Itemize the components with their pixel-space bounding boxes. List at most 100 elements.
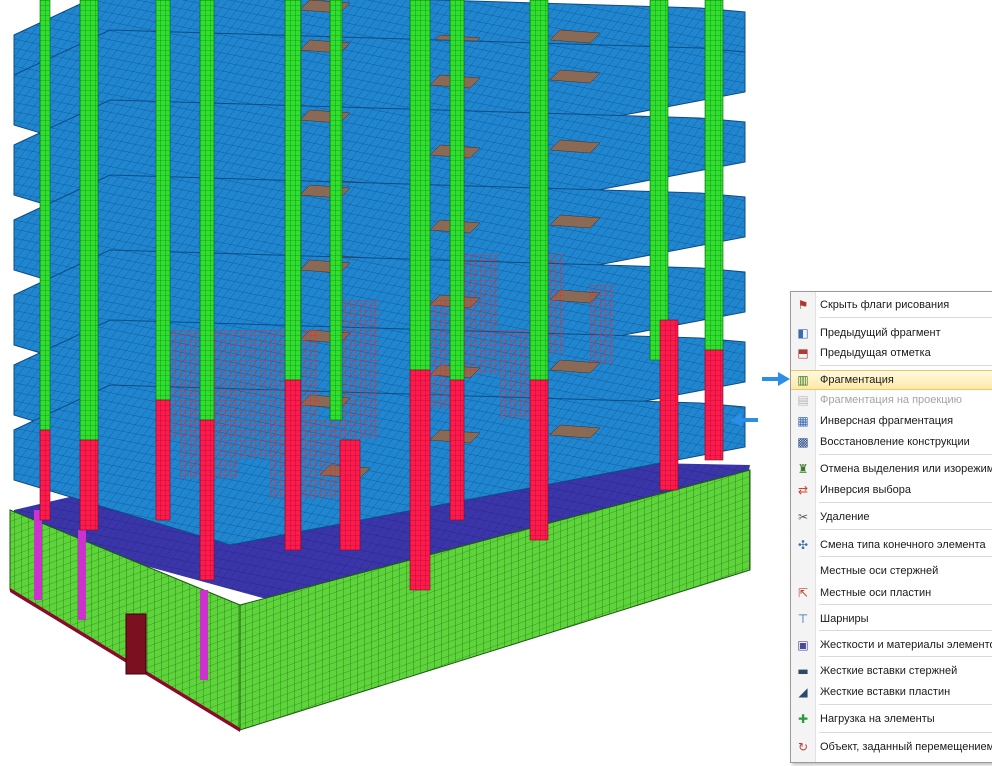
menu-item-icon-placeholder [791,561,815,581]
menu-item[interactable]: ◧ Предыдущий фрагмент [791,323,992,343]
previous-mark-icon: ⬒ [797,346,809,360]
column-6 [409,0,431,371]
invert-selection-icon: ⇄ [797,483,809,497]
fragmentation-icon: ▥ [797,373,809,387]
menu-item[interactable]: ⬒ Предыдущая отметка [791,343,992,363]
inverse-fragmentation-icon: ▦ [797,414,809,428]
menu-item[interactable]: ⊤ Шарниры [791,609,992,629]
selected-column-7 [449,379,465,521]
menu-separator [819,732,992,733]
rigid-inserts-bars-icon: ▬ [797,664,809,678]
menu-item[interactable]: ✚ Нагрузка на элементы [791,709,992,729]
menu-separator [819,704,992,705]
menu-item[interactable]: ⇄ Инверсия выбора [791,480,992,500]
menu-item-label: Фрагментация на проекцию [820,394,962,406]
selected-column-6 [409,369,431,591]
menu-item-label: Шарниры [820,613,869,625]
menu-separator [819,604,992,605]
menu-separator [819,529,992,530]
selected-column-4 [284,379,302,551]
hinges-icon: ⊤ [797,612,809,626]
column-9 [649,0,669,361]
column-7 [449,0,465,381]
menu-item[interactable]: ▥ Фрагментация [791,370,992,390]
selected-column-8 [529,379,549,541]
plate-local-axes-icon: ⇱ [797,586,809,600]
menu-item-label: Жесткие вставки стержней [820,665,958,677]
menu-item[interactable]: Местные оси стержней [791,561,992,581]
column-8 [529,0,549,381]
menu-item-label: Жесткие вставки пластин [820,686,951,698]
arrow-left-icon [730,413,758,427]
menu-item-label: Восстановление конструкции [820,436,970,448]
menu-item-label: Предыдущая отметка [820,347,931,359]
fragment-wall-7 [590,285,615,365]
fragment-wall-4 [460,255,500,375]
menu-item[interactable]: ▬ Жесткие вставки стержней [791,661,992,681]
column-10 [704,0,724,351]
delete-scissors-icon: ✂ [797,510,809,524]
fragment-wall-5 [500,330,530,420]
selected-column-1 [79,439,99,531]
cancel-selection-icon: ♜ [797,462,809,476]
menu-item[interactable]: ✣ Смена типа конечного элемента [791,535,992,555]
menu-item-label: Местные оси стержней [820,565,939,577]
base-door [125,613,147,675]
menu-item-label: Скрыть флаги рисования [820,299,950,311]
base-column-2 [200,590,208,680]
menu-item[interactable]: ⇱ Местные оси пластин [791,583,992,603]
selected-column-3 [199,419,215,581]
menu-item[interactable]: ♜ Отмена выделения или изорежима [791,459,992,479]
change-element-type-icon: ✣ [797,538,809,552]
context-menu: ⚑ Скрыть флаги рисования ◧ Предыдущий фрагм… [790,291,992,763]
column-1 [79,0,99,441]
menu-separator [819,317,992,318]
previous-fragment-icon: ◧ [797,326,809,340]
selected-column-9 [659,319,679,491]
menu-item-label: Жесткости и материалы элементов [820,639,992,651]
restore-construction-icon: ▩ [797,435,809,449]
menu-separator [819,454,992,455]
stiffness-materials-icon: ▣ [797,638,809,652]
base-column-0 [34,510,42,600]
rigid-inserts-plates-icon: ◢ [798,685,808,699]
menu-item-label: Нагрузка на элементы [820,713,935,725]
menu-item[interactable]: ✂ Удаление [791,507,992,527]
menu-item-label: Отмена выделения или изорежима [820,463,992,475]
menu-separator [819,556,992,557]
object-by-displacement-icon: ↻ [797,740,809,754]
selected-column-2 [155,399,171,521]
menu-item[interactable]: ◢ Жесткие вставки пластин [791,682,992,702]
menu-item-label: Местные оси пластин [820,587,932,599]
base-column-1 [78,530,86,620]
menu-item-label: Инверсия выбора [820,484,911,496]
fragment-wall-8 [270,420,350,500]
column-2 [155,0,171,401]
menu-item[interactable]: ▦ Инверсная фрагментация [791,411,992,431]
column-3 [199,0,215,421]
menu-item[interactable]: ⚑ Скрыть флаги рисования [791,295,992,315]
menu-separator [819,365,992,366]
menu-item[interactable]: ▩ Восстановление конструкции [791,432,992,452]
column-5 [329,0,343,421]
menu-item-label: Объект, заданный перемещением [820,741,992,753]
menu-separator [819,502,992,503]
menu-item[interactable]: ↻ Объект, заданный перемещением [791,737,992,757]
selected-column-5 [339,439,361,551]
menu-item[interactable]: ▣ Жесткости и материалы элементов [791,635,992,655]
menu-item-label: Фрагментация [820,374,894,386]
arrow-right-icon [762,372,790,386]
menu-item: ▤ Фрагментация на проекцию [791,390,992,410]
menu-item-label: Удаление [820,511,870,523]
selected-column-10 [704,349,724,461]
menu-separator [819,656,992,657]
menu-separator [819,630,992,631]
menu-item-label: Смена типа конечного элемента [820,539,986,551]
selected-column-0 [39,429,51,521]
column-4 [284,0,302,381]
element-load-icon: ✚ [797,712,809,726]
fragmentation-projection-icon: ▤ [797,393,809,407]
column-0 [39,0,51,431]
hide-flags-icon: ⚑ [797,298,809,312]
menu-item-label: Инверсная фрагментация [820,415,954,427]
